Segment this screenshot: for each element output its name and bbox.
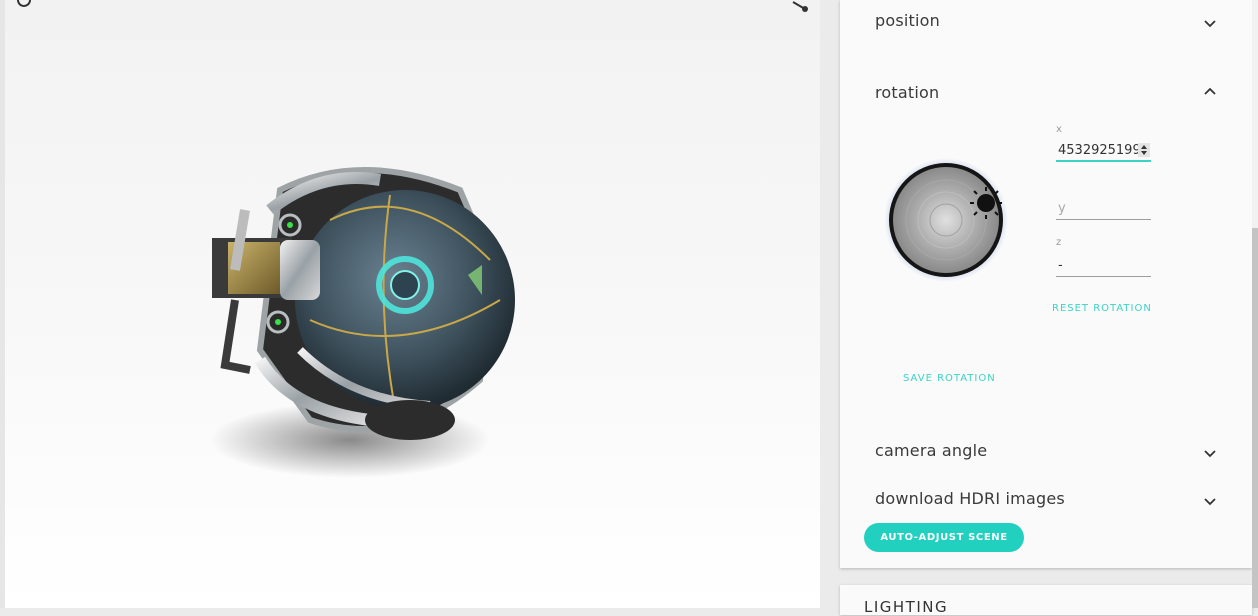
sun-icon[interactable] [968,185,1004,221]
section-position-title[interactable]: position [875,11,940,30]
chevron-down-icon[interactable] [1202,446,1218,462]
chevron-down-icon[interactable] [1202,16,1218,32]
rotation-z-input[interactable] [1056,255,1151,277]
rotation-z-label: z [1056,237,1062,248]
section-camera-angle-title[interactable]: camera angle [875,441,987,460]
robot-sphere-model [210,167,515,478]
save-rotation-button[interactable]: SAVE ROTATION [903,373,996,384]
auto-adjust-scene-button[interactable]: AUTO-ADJUST SCENE [864,523,1024,552]
scrollbar-thumb[interactable] [1252,228,1258,608]
lighting-panel: LIGHTING [840,585,1252,616]
settings-panel: position rotation x 4532925199 y z - RES… [840,0,1252,568]
chevron-down-icon[interactable] [1202,494,1218,510]
reset-rotation-button[interactable]: RESET ROTATION [1052,303,1152,314]
section-rotation-title[interactable]: rotation [875,83,939,102]
rotation-x-input[interactable] [1056,140,1151,162]
lighting-title[interactable]: LIGHTING [864,598,948,616]
section-hdri-title[interactable]: download HDRI images [875,489,1065,508]
chevron-up-icon[interactable] [1202,83,1218,99]
spinner-arrows-icon[interactable] [1138,143,1150,157]
viewport-edge [0,0,5,608]
share-icon[interactable] [788,0,810,12]
reload-icon[interactable] [14,0,34,10]
rotation-x-label: x [1056,124,1062,135]
model-viewport[interactable] [0,0,820,608]
rotation-y-input[interactable] [1056,198,1151,220]
